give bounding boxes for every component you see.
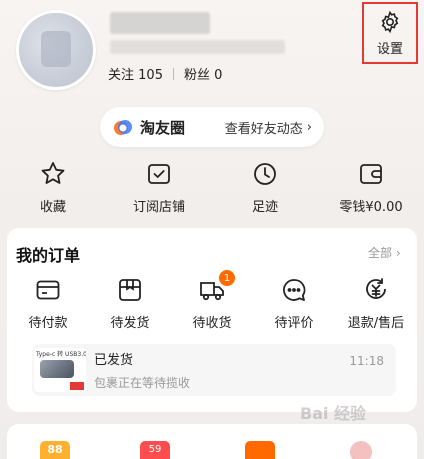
followers-label: 粉丝 bbox=[183, 68, 210, 83]
wallet-button[interactable]: 零钱¥0.00 bbox=[318, 160, 424, 220]
orders-title: 我的订单 bbox=[16, 246, 81, 265]
usb-cable-image bbox=[40, 360, 74, 378]
product-thumbnail: Type-c 转 USB3.0 bbox=[34, 348, 86, 392]
view-friends-link[interactable]: 查看好友动态 › bbox=[225, 118, 312, 137]
footprints-label: 足迹 bbox=[251, 200, 278, 215]
following-stat[interactable]: 关注 105 bbox=[108, 64, 163, 83]
pending-review-label: 待评价 bbox=[274, 316, 314, 331]
chevron-right-icon: › bbox=[306, 119, 312, 135]
pending-payment-label: 待付款 bbox=[28, 316, 68, 331]
order-status-row: 待付款 待发货 1 待收货 待评价 退款/售后 bbox=[7, 270, 417, 336]
profile-stats: 关注 105 粉丝 0 bbox=[108, 64, 222, 83]
settings-button[interactable]: 设置 bbox=[362, 2, 418, 64]
view-friends-label: 查看好友动态 bbox=[224, 121, 303, 137]
clock-icon bbox=[254, 163, 276, 185]
refund-button[interactable]: 退款/售后 bbox=[335, 276, 417, 336]
notification-badge: 1 bbox=[219, 270, 235, 286]
followers-count: 0 bbox=[214, 68, 223, 83]
nickname-blurred bbox=[110, 12, 210, 34]
pending-receipt-label: 待收货 bbox=[192, 316, 232, 331]
service-icon[interactable] bbox=[350, 441, 372, 459]
following-label: 关注 bbox=[108, 68, 135, 83]
taoyou-logo-icon bbox=[114, 120, 132, 135]
all-orders-link[interactable]: 全部 › bbox=[368, 244, 401, 261]
star-icon bbox=[41, 162, 65, 184]
chat-icon bbox=[283, 279, 306, 301]
watermark: Bai 经验 bbox=[300, 404, 367, 423]
stats-divider bbox=[172, 67, 174, 80]
pending-receipt-button[interactable]: 1 待收货 bbox=[171, 270, 253, 336]
gear-icon bbox=[381, 10, 399, 33]
thumbnail-text: Type-c 转 USB3.0 bbox=[36, 351, 86, 358]
box-icon bbox=[119, 279, 141, 301]
favorites-button[interactable]: 收藏 bbox=[0, 160, 106, 220]
shipment-item[interactable]: Type-c 转 USB3.0 已发货 包裹正在等待揽收 11:18 bbox=[32, 344, 396, 396]
pending-shipment-button[interactable]: 待发货 bbox=[89, 276, 171, 336]
shipment-detail: 包裹正在等待揽收 bbox=[94, 376, 191, 390]
pending-shipment-label: 待发货 bbox=[110, 316, 150, 331]
card-icon bbox=[36, 280, 60, 300]
avatar[interactable] bbox=[16, 10, 96, 90]
subscribed-stores-label: 订阅店铺 bbox=[132, 200, 185, 215]
store-check-icon bbox=[148, 164, 170, 184]
wallet-icon bbox=[360, 164, 382, 184]
pending-payment-button[interactable]: 待付款 bbox=[7, 276, 89, 336]
coupon-icon[interactable]: 59 bbox=[140, 441, 170, 459]
shipment-time: 11:18 bbox=[349, 354, 384, 368]
taoyou-name: 淘友圈 bbox=[140, 118, 186, 137]
price-tag bbox=[70, 382, 84, 390]
refund-label: 退款/售后 bbox=[347, 316, 405, 331]
chevron-right-icon: › bbox=[395, 246, 401, 260]
account-blurred bbox=[110, 40, 285, 54]
settings-label: 设置 bbox=[376, 41, 403, 57]
quick-actions: 收藏 订阅店铺 足迹 零钱¥0.00 bbox=[0, 160, 424, 220]
all-orders-label: 全部 bbox=[368, 246, 393, 260]
wallet-label: 零钱¥0.00 bbox=[339, 200, 403, 215]
pending-review-button[interactable]: 待评价 bbox=[253, 276, 335, 336]
taoyou-circle-banner[interactable]: 淘友圈 查看好友动态 › bbox=[100, 107, 324, 147]
footprints-button[interactable]: 足迹 bbox=[212, 160, 318, 220]
shipment-status: 已发货 bbox=[94, 353, 134, 368]
subscribed-stores-button[interactable]: 订阅店铺 bbox=[106, 160, 212, 220]
vip-88-icon[interactable]: 88 bbox=[40, 441, 70, 459]
shipment-info: 已发货 包裹正在等待揽收 bbox=[94, 349, 190, 391]
favorites-label: 收藏 bbox=[39, 200, 66, 215]
followers-stat[interactable]: 粉丝 0 bbox=[184, 64, 222, 83]
refund-icon bbox=[366, 278, 386, 299]
following-count: 105 bbox=[138, 68, 163, 83]
shop-icon[interactable] bbox=[245, 441, 275, 459]
